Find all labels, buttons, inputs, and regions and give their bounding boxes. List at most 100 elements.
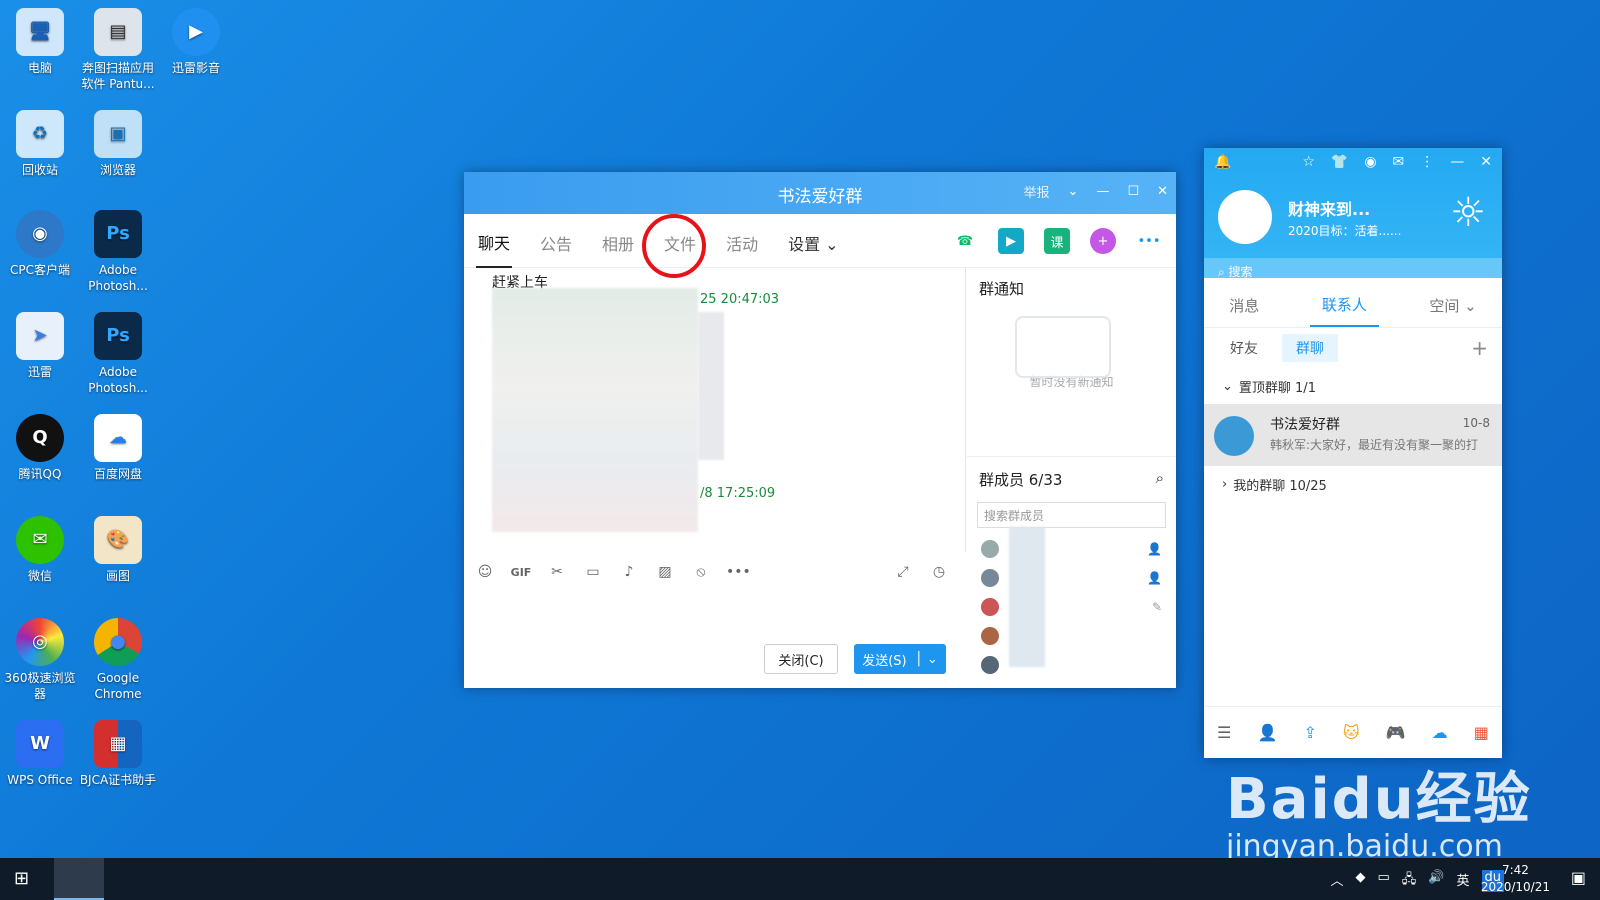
pinned-groups-section[interactable]: ⌄ 置顶群聊 1/1: [1204, 368, 1502, 404]
cloud-icon[interactable]: ☁: [1432, 723, 1448, 742]
close-icon[interactable]: ✕: [1157, 184, 1168, 199]
phone-icon[interactable]: ☎: [952, 228, 978, 254]
chat-tabs: 聊天 公告 相册 文件 活动 设置 ⌄ ☎ ▶ 课 + •••: [464, 214, 1176, 278]
apps-grid-icon[interactable]: ▦: [1474, 723, 1489, 742]
report-button[interactable]: 举报: [1024, 182, 1050, 201]
close-icon[interactable]: ✕: [1480, 154, 1492, 170]
medal-icon[interactable]: ◉: [1364, 154, 1376, 170]
tray-app-icon[interactable]: ◆: [1356, 870, 1366, 892]
share-icon[interactable]: ⇪: [1303, 723, 1316, 742]
subtab-friends[interactable]: 好友: [1230, 338, 1258, 358]
cat-icon[interactable]: 🐱: [1343, 723, 1360, 742]
mail-icon[interactable]: ✉: [1393, 154, 1405, 170]
subtab-groups[interactable]: 群聊: [1282, 334, 1338, 362]
tab-announcement[interactable]: 公告: [538, 215, 574, 267]
desktop-icon-cpc[interactable]: ◉ CPC客户端: [0, 210, 80, 278]
add-app-icon[interactable]: +: [1090, 228, 1116, 254]
send-button[interactable]: 发送(S) │ ⌄: [854, 644, 946, 674]
tab-activities[interactable]: 活动: [724, 215, 760, 267]
profile-signature[interactable]: 2020目标：活着......: [1288, 222, 1401, 239]
desktop-icon-computer[interactable]: 🖥 电脑: [0, 8, 80, 76]
chevron-down-icon[interactable]: ⌄: [1068, 184, 1079, 199]
class-icon[interactable]: 课: [1044, 228, 1070, 254]
tab-messages[interactable]: 消息: [1229, 295, 1259, 316]
message-area[interactable]: 赶紧上车 25 20:47:03 /8 17:25:09: [464, 268, 966, 552]
desktop-icon-paint[interactable]: 🎨 画图: [78, 516, 158, 584]
member-row[interactable]: ✎: [967, 592, 1176, 621]
member-row[interactable]: [967, 621, 1176, 650]
notice-empty-illustration-icon: [1015, 316, 1111, 378]
desktop-icon-bjca[interactable]: ▦ BJCA证书助手: [78, 720, 158, 788]
notice-title: 群通知: [979, 280, 1025, 298]
desktop-icon-recycle-bin[interactable]: ♻ 回收站: [0, 110, 80, 178]
tab-album[interactable]: 相册: [600, 215, 636, 267]
taskbar-clock[interactable]: 7:42 2020/10/21: [1481, 862, 1550, 896]
chrome-icon: ●: [94, 618, 142, 666]
desktop-icon-baidu-netdisk[interactable]: ☁ 百度网盘: [78, 414, 158, 482]
blurred-member-names: [1009, 527, 1045, 667]
member-row[interactable]: [967, 650, 1176, 679]
desktop-icon-chrome[interactable]: ● Google Chrome: [78, 618, 158, 702]
shirt-icon[interactable]: 👕: [1331, 154, 1348, 170]
notification-icon[interactable]: ▣: [1571, 868, 1586, 887]
maximize-icon[interactable]: ☐: [1127, 184, 1139, 199]
desktop-icon-360-browser[interactable]: ◎ 360极速浏览器: [0, 618, 80, 702]
desktop-icon-xunlei[interactable]: ➤ 迅雷: [0, 312, 80, 380]
minimize-icon[interactable]: —: [1096, 184, 1109, 199]
desktop-icon-qq[interactable]: Q 腾讯QQ: [0, 414, 80, 482]
menu-dots-icon[interactable]: ⋮: [1420, 154, 1434, 170]
bell-icon[interactable]: 🔔: [1214, 154, 1231, 170]
battery-icon[interactable]: ▭: [1378, 870, 1390, 892]
clock-icon[interactable]: ◷: [928, 564, 950, 580]
desktop-icon-pantum-scan[interactable]: ▤ 奔图扫描应用软件 Pantu...: [78, 8, 158, 92]
tab-space[interactable]: 空间 ⌄: [1429, 295, 1476, 316]
block-icon[interactable]: ⦸: [690, 564, 712, 580]
search-icon[interactable]: ⌕: [1156, 469, 1164, 490]
taskbar-qq-app[interactable]: [54, 858, 104, 900]
more-icon[interactable]: •••: [1136, 228, 1162, 254]
network-icon[interactable]: 🖧: [1402, 870, 1417, 892]
game-icon[interactable]: 🎮: [1386, 723, 1406, 742]
desktop-icon-wechat[interactable]: ✉ 微信: [0, 516, 80, 584]
chevron-right-icon: ›: [1222, 476, 1228, 492]
player-icon: ▶: [172, 8, 220, 56]
folder-icon[interactable]: ▭: [582, 564, 604, 580]
photoshop-icon: Ps: [94, 312, 142, 360]
windows-start-icon[interactable]: ⊞: [14, 868, 29, 889]
menu-icon[interactable]: ☰: [1217, 723, 1231, 742]
chevron-up-icon[interactable]: ︿: [1330, 870, 1343, 892]
member-search-input[interactable]: 搜索群成员: [977, 502, 1166, 528]
group-list-item[interactable]: 书法爱好群 10-8 韩秋军:大家好，最近有没有聚一聚的打: [1204, 404, 1502, 466]
search-input[interactable]: ⌕ 搜索: [1204, 258, 1502, 284]
scissors-icon[interactable]: ✂: [546, 564, 568, 580]
emoji-icon[interactable]: ☺: [474, 564, 496, 580]
member-row[interactable]: 👤: [967, 563, 1176, 592]
weather-sun-icon[interactable]: ☼: [1450, 190, 1486, 236]
member-row[interactable]: 👤: [967, 534, 1176, 563]
desktop-icon-wps[interactable]: W WPS Office: [0, 720, 80, 788]
image-icon[interactable]: ▨: [654, 564, 676, 580]
gif-icon[interactable]: GIF: [510, 566, 532, 579]
volume-icon[interactable]: 🔊: [1428, 870, 1444, 892]
add-friend-icon[interactable]: 👤: [1257, 723, 1277, 742]
desktop-icon-xunlei-player[interactable]: ▶ 迅雷影音: [156, 8, 236, 76]
add-icon[interactable]: +: [1471, 336, 1488, 360]
profile-name[interactable]: 财神来到...: [1288, 196, 1370, 220]
my-groups-section[interactable]: › 我的群聊 10/25: [1204, 466, 1502, 502]
avatar[interactable]: [1218, 190, 1272, 244]
music-icon[interactable]: ♪: [618, 564, 640, 580]
bjca-icon: ▦: [94, 720, 142, 768]
tab-settings[interactable]: 设置 ⌄: [786, 215, 841, 267]
desktop-icon-photoshop-2[interactable]: Ps Adobe Photosh...: [78, 312, 158, 396]
close-button[interactable]: 关闭(C): [764, 644, 838, 674]
tab-chat[interactable]: 聊天: [476, 214, 513, 268]
expand-icon[interactable]: ⤢: [892, 564, 914, 580]
input-language[interactable]: 英: [1456, 870, 1469, 892]
desktop-icon-photoshop-1[interactable]: Ps Adobe Photosh...: [78, 210, 158, 294]
tab-contacts[interactable]: 联系人: [1309, 284, 1379, 327]
star-icon[interactable]: ☆: [1302, 154, 1315, 170]
desktop-icon-browser[interactable]: ▣ 浏览器: [78, 110, 158, 178]
minimize-icon[interactable]: —: [1450, 154, 1464, 170]
video-icon[interactable]: ▶: [998, 228, 1024, 254]
more-tools-icon[interactable]: •••: [726, 564, 751, 580]
